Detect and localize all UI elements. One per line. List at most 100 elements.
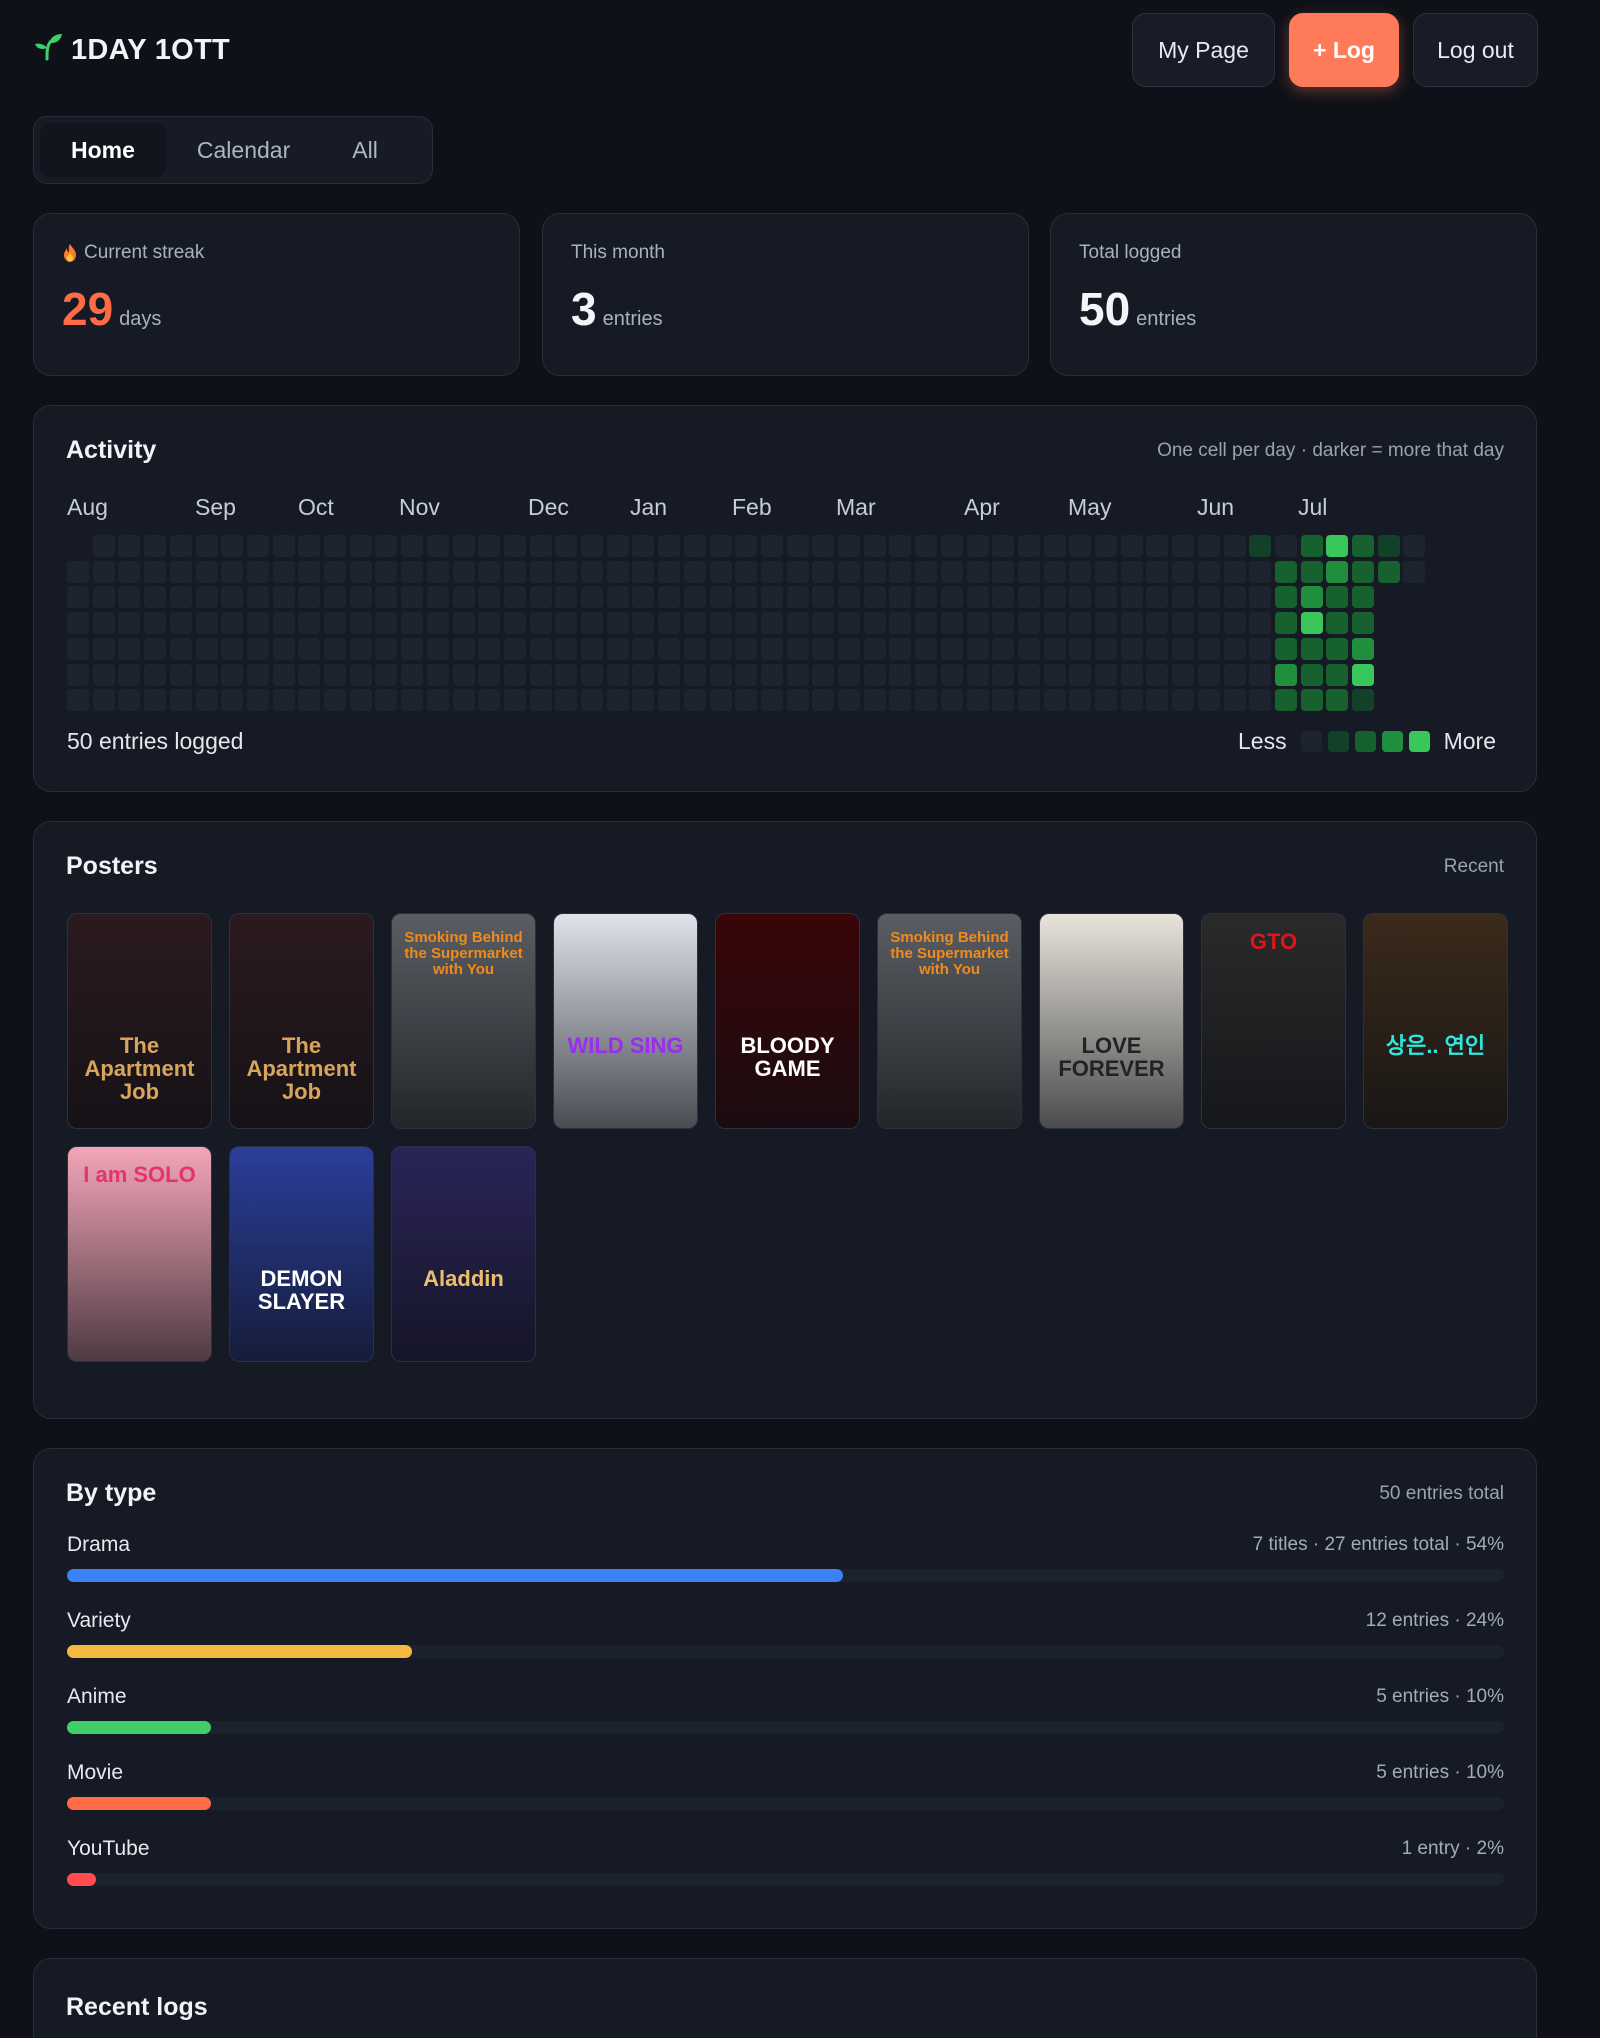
activity-cell[interactable] — [272, 689, 295, 712]
activity-cell[interactable] — [735, 560, 758, 583]
activity-cell[interactable] — [349, 612, 372, 635]
activity-cell[interactable] — [298, 689, 321, 712]
activity-cell[interactable] — [401, 663, 424, 686]
activity-cell[interactable] — [1146, 689, 1169, 712]
activity-cell[interactable] — [940, 663, 963, 686]
activity-cell[interactable] — [324, 560, 346, 583]
activity-cell[interactable] — [786, 637, 809, 660]
activity-cell[interactable] — [221, 586, 244, 609]
activity-cell[interactable] — [838, 612, 860, 635]
activity-cell[interactable] — [966, 535, 989, 557]
activity-cell[interactable] — [709, 586, 732, 609]
activity-cell[interactable] — [1069, 535, 1092, 557]
activity-cell[interactable] — [709, 535, 732, 557]
activity-cell[interactable] — [581, 612, 603, 635]
activity-cell[interactable] — [992, 689, 1015, 712]
activity-cell[interactable] — [555, 663, 578, 686]
activity-cell[interactable] — [1095, 663, 1117, 686]
activity-cell[interactable] — [375, 637, 398, 660]
activity-cell[interactable] — [786, 612, 809, 635]
activity-cell[interactable] — [581, 689, 603, 712]
activity-cell[interactable] — [67, 663, 89, 686]
activity-cell[interactable] — [349, 663, 372, 686]
activity-cell[interactable] — [67, 586, 89, 609]
activity-cell[interactable] — [118, 663, 141, 686]
activity-cell[interactable] — [863, 689, 886, 712]
activity-cell[interactable] — [632, 612, 655, 635]
activity-cell[interactable] — [1326, 612, 1349, 635]
activity-cell[interactable] — [452, 535, 475, 557]
activity-cell[interactable] — [272, 535, 295, 557]
activity-cell[interactable] — [92, 689, 115, 712]
activity-cell[interactable] — [606, 535, 629, 557]
activity-cell[interactable] — [581, 560, 603, 583]
activity-cell[interactable] — [118, 535, 141, 557]
activity-cell[interactable] — [195, 612, 218, 635]
activity-cell[interactable] — [221, 535, 244, 557]
activity-cell[interactable] — [401, 689, 424, 712]
activity-cell[interactable] — [1172, 612, 1195, 635]
activity-cell[interactable] — [298, 612, 321, 635]
activity-cell[interactable] — [683, 586, 706, 609]
activity-cell[interactable] — [478, 560, 501, 583]
activity-cell[interactable] — [606, 637, 629, 660]
activity-cell[interactable] — [889, 586, 912, 609]
tab-home[interactable]: Home — [40, 123, 166, 177]
activity-cell[interactable] — [812, 689, 835, 712]
activity-cell[interactable] — [915, 637, 938, 660]
poster-item[interactable]: DEMON SLAYER — [229, 1146, 374, 1362]
activity-cell[interactable] — [1326, 689, 1349, 712]
activity-cell[interactable] — [683, 535, 706, 557]
activity-cell[interactable] — [298, 535, 321, 557]
activity-cell[interactable] — [1352, 663, 1374, 686]
activity-cell[interactable] — [1172, 663, 1195, 686]
activity-cell[interactable] — [195, 560, 218, 583]
activity-cell[interactable] — [735, 586, 758, 609]
activity-cell[interactable] — [1017, 637, 1040, 660]
activity-cell[interactable] — [1146, 663, 1169, 686]
activity-cell[interactable] — [529, 637, 552, 660]
activity-cell[interactable] — [966, 612, 989, 635]
activity-cell[interactable] — [375, 663, 398, 686]
activity-cell[interactable] — [555, 535, 578, 557]
activity-cell[interactable] — [1274, 535, 1297, 557]
activity-cell[interactable] — [683, 689, 706, 712]
activity-cell[interactable] — [298, 560, 321, 583]
activity-cell[interactable] — [966, 586, 989, 609]
activity-cell[interactable] — [246, 637, 269, 660]
activity-cell[interactable] — [709, 663, 732, 686]
activity-cell[interactable] — [1352, 689, 1374, 712]
activity-cell[interactable] — [735, 637, 758, 660]
activity-cell[interactable] — [478, 663, 501, 686]
activity-cell[interactable] — [1274, 637, 1297, 660]
tab-all[interactable]: All — [321, 123, 409, 177]
activity-cell[interactable] — [940, 560, 963, 583]
activity-cell[interactable] — [683, 637, 706, 660]
activity-cell[interactable] — [118, 612, 141, 635]
activity-cell[interactable] — [478, 586, 501, 609]
activity-cell[interactable] — [606, 689, 629, 712]
activity-cell[interactable] — [92, 612, 115, 635]
activity-cell[interactable] — [92, 560, 115, 583]
activity-cell[interactable] — [1249, 586, 1272, 609]
activity-cell[interactable] — [786, 663, 809, 686]
activity-cell[interactable] — [349, 637, 372, 660]
activity-cell[interactable] — [658, 586, 681, 609]
activity-cell[interactable] — [503, 637, 526, 660]
activity-cell[interactable] — [786, 535, 809, 557]
activity-cell[interactable] — [786, 689, 809, 712]
activity-cell[interactable] — [195, 663, 218, 686]
activity-cell[interactable] — [272, 663, 295, 686]
activity-cell[interactable] — [760, 560, 783, 583]
poster-item[interactable]: The Apartment Job — [229, 913, 374, 1129]
activity-cell[interactable] — [503, 560, 526, 583]
activity-cell[interactable] — [1197, 560, 1220, 583]
activity-cell[interactable] — [581, 637, 603, 660]
activity-cell[interactable] — [1223, 637, 1246, 660]
activity-cell[interactable] — [246, 560, 269, 583]
activity-cell[interactable] — [1017, 535, 1040, 557]
activity-cell[interactable] — [169, 663, 192, 686]
activity-cell[interactable] — [426, 689, 449, 712]
activity-cell[interactable] — [1120, 586, 1143, 609]
activity-cell[interactable] — [1300, 637, 1323, 660]
